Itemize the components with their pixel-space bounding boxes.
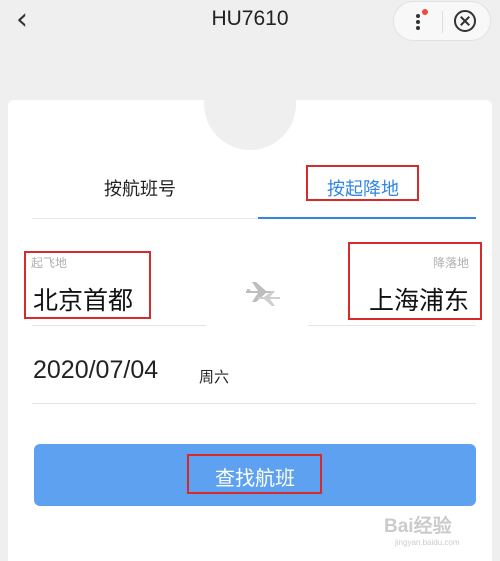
watermark-url: jingyan.baidu.com (395, 538, 460, 547)
more-dots-icon[interactable] (408, 9, 428, 34)
mini-program-capsule (393, 1, 491, 41)
dot (416, 20, 420, 24)
tab-flight-number[interactable]: 按航班号 (104, 175, 176, 201)
annotation-box (348, 242, 482, 320)
plane-swap-icon[interactable] (244, 280, 284, 308)
notification-dot-icon (422, 9, 428, 15)
annotation-box (24, 251, 151, 319)
date-value[interactable]: 2020/07/04 (33, 356, 158, 385)
arrival-underline (308, 325, 476, 326)
capsule-divider (442, 11, 443, 33)
dot (416, 26, 420, 30)
departure-underline (32, 325, 206, 326)
top-bar: ‹ HU7610 (0, 0, 500, 42)
watermark-logo: Bai经验 (384, 516, 452, 537)
date-underline (32, 403, 476, 404)
weekday-label: 周六 (199, 368, 230, 386)
annotation-box (187, 454, 322, 494)
close-circle-icon[interactable] (454, 10, 476, 32)
card-notch (204, 58, 296, 150)
annotation-box (306, 165, 419, 201)
tab-underline (32, 218, 258, 219)
active-tab-indicator (258, 217, 476, 219)
dot (416, 14, 420, 18)
